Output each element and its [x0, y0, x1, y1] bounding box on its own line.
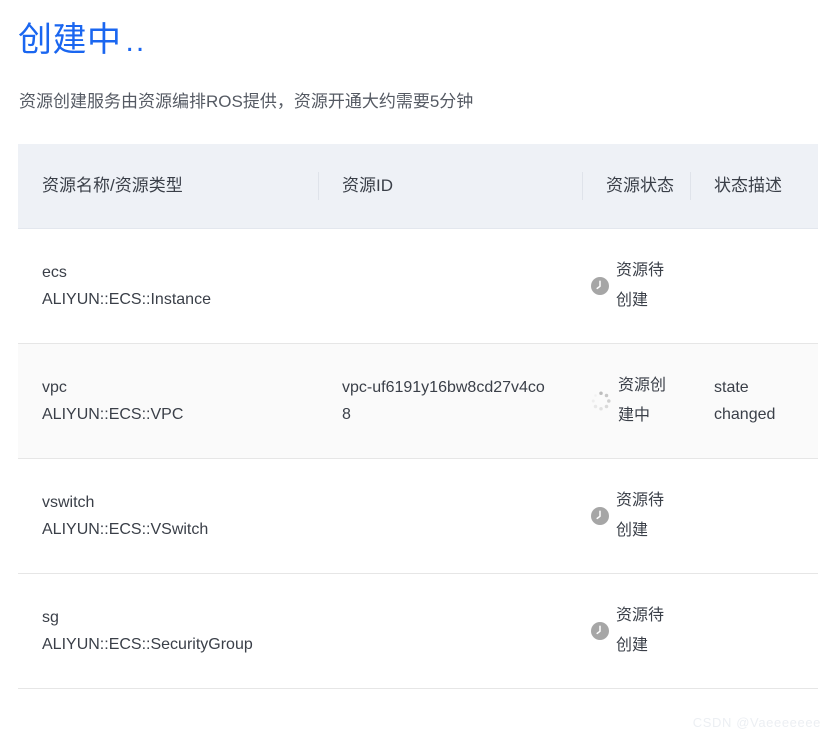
clock-icon [591, 276, 609, 295]
column-header-resource-id: 资源ID [318, 144, 582, 229]
resource-id: vpc-uf6191y16bw8cd27v4co8 [342, 378, 545, 423]
resource-type: ALIYUN::ECS::Instance [42, 290, 211, 308]
page-title-loading-dots: .. [125, 25, 147, 58]
spinner-icon [591, 390, 611, 411]
cell-resource-state: 资源创建中 [582, 343, 690, 459]
resource-type: ALIYUN::ECS::VSwitch [42, 520, 209, 538]
status-text: 资源待创建 [616, 261, 665, 309]
clock-icon [591, 506, 609, 525]
resource-name: sg [42, 608, 59, 626]
cell-status-description [690, 228, 818, 344]
column-header-resource-state: 资源状态 [582, 144, 690, 229]
resource-table-header: 资源名称/资源类型 资源ID 资源状态 状态描述 [18, 144, 818, 229]
status-badge: 资源创建中 [590, 371, 690, 431]
column-divider [582, 171, 583, 200]
watermark: CSDN @Vaeeeeeee [692, 715, 821, 730]
cell-resource-id [318, 573, 582, 689]
cell-resource-id [318, 228, 582, 344]
clock-icon [591, 621, 609, 640]
page-subtitle: 资源创建服务由资源编排ROS提供，资源开通大约需要5分钟 [19, 92, 474, 111]
column-header-label: 资源名称/资源类型 [42, 176, 183, 196]
cell-status-description [690, 458, 818, 574]
cell-resource-name: ecs ALIYUN::ECS::Instance [18, 228, 318, 344]
status-text: 资源待创建 [616, 491, 665, 539]
resource-name: ecs [42, 263, 67, 281]
cell-resource-state: 资源待创建 [582, 228, 690, 344]
column-header-label: 状态描述 [714, 176, 782, 196]
column-header-resource-name: 资源名称/资源类型 [18, 144, 318, 229]
table-row: sg ALIYUN::ECS::SecurityGroup 资源待创建 [18, 573, 818, 689]
table-row: vswitch ALIYUN::ECS::VSwitch 资源待创建 [18, 458, 818, 574]
resource-name: vpc [42, 378, 67, 396]
resource-name: vswitch [42, 493, 95, 511]
status-text: 资源创建中 [618, 376, 667, 424]
column-header-label: 资源状态 [606, 176, 674, 196]
cell-resource-id: vpc-uf6191y16bw8cd27v4co8 [318, 343, 582, 459]
page-title-text: 创建中 [18, 21, 122, 59]
table-row: vpc ALIYUN::ECS::VPC vpc-uf6191y16bw8cd2… [18, 343, 818, 459]
column-divider [690, 171, 691, 200]
cell-status-description: state changed [690, 343, 818, 459]
status-badge: 资源待创建 [590, 486, 690, 546]
cell-resource-name: sg ALIYUN::ECS::SecurityGroup [18, 573, 318, 689]
cell-status-description [690, 573, 818, 689]
status-badge: 资源待创建 [590, 601, 690, 661]
table-header-row: 资源名称/资源类型 资源ID 资源状态 状态描述 [18, 144, 818, 229]
status-text: 资源待创建 [616, 606, 665, 654]
table-row: ecs ALIYUN::ECS::Instance 资源待创建 [18, 228, 818, 344]
resource-table-container: 资源名称/资源类型 资源ID 资源状态 状态描述 ecs ALIYUN::ECS… [18, 144, 818, 689]
status-description: state changed [714, 378, 776, 423]
resource-table-body: ecs ALIYUN::ECS::Instance 资源待创建 vpc ALIY… [18, 228, 818, 689]
cell-resource-id [318, 458, 582, 574]
page-title: 创建中.. [18, 19, 146, 63]
resource-table: 资源名称/资源类型 资源ID 资源状态 状态描述 ecs ALIYUN::ECS… [18, 144, 818, 689]
resource-type: ALIYUN::ECS::VPC [42, 405, 184, 423]
resource-type: ALIYUN::ECS::SecurityGroup [42, 635, 253, 653]
cell-resource-state: 资源待创建 [582, 458, 690, 574]
column-divider [318, 171, 319, 200]
cell-resource-name: vpc ALIYUN::ECS::VPC [18, 343, 318, 459]
cell-resource-name: vswitch ALIYUN::ECS::VSwitch [18, 458, 318, 574]
create-progress-page: 创建中.. 资源创建服务由资源编排ROS提供，资源开通大约需要5分钟 资源名称/… [0, 0, 837, 744]
column-header-label: 资源ID [342, 176, 393, 196]
column-header-status-description: 状态描述 [690, 144, 818, 229]
cell-resource-state: 资源待创建 [582, 573, 690, 689]
status-badge: 资源待创建 [590, 256, 690, 316]
